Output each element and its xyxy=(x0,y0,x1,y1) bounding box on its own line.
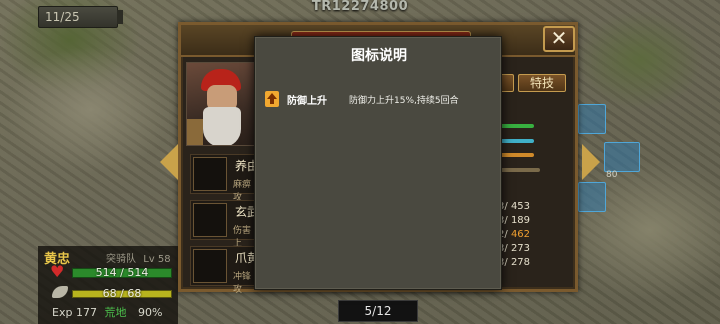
gauge-orange xyxy=(500,153,534,157)
general-portrait xyxy=(186,62,256,146)
bow-icon xyxy=(193,157,227,191)
legend-name: 防御上升 xyxy=(287,96,327,107)
horse-icon xyxy=(193,249,227,283)
close-button[interactable]: ✕ xyxy=(543,26,575,52)
stat-value: 273 xyxy=(510,243,531,254)
stat-line: 3/ 273 xyxy=(498,243,558,255)
hero-exp-line: Exp 177 荒地 90% xyxy=(52,304,162,320)
arrow-up-icon xyxy=(265,91,279,107)
stat-line: 3/ 453 xyxy=(498,201,558,213)
hero-unit: 突骑队 Lv 58 xyxy=(106,250,171,265)
mp-text: 68 / 68 xyxy=(102,287,142,300)
beard-shape xyxy=(203,107,241,145)
gauge-cyan xyxy=(500,139,534,143)
map-tile[interactable] xyxy=(578,182,606,212)
tab-skills[interactable]: 特技 xyxy=(518,74,566,92)
icon-legend-dialog[interactable]: 图标说明 防御上升 防御力上升15%,持续5回合 xyxy=(254,36,502,290)
skill-item[interactable]: 玄武 伤害上 xyxy=(190,200,260,249)
side-tile-label: 80 xyxy=(606,170,618,180)
stat-line: 3/ 189 xyxy=(498,215,558,227)
turn-counter: 11/25 xyxy=(38,6,123,28)
hero-level: Lv 58 xyxy=(143,254,171,265)
page-indicator: 5/12 xyxy=(338,300,418,322)
prev-page-arrow-icon[interactable] xyxy=(160,144,178,180)
armor-icon xyxy=(193,203,227,237)
stat-value-highlight: 462 xyxy=(510,229,531,240)
gauge-gray xyxy=(500,168,540,172)
skill-item[interactable]: 爪黄 冲锋攻 xyxy=(190,246,260,295)
legend-row: 防御上升 防御力上升15%,持续5回合 xyxy=(265,91,495,107)
armor-shape xyxy=(187,119,203,145)
map-tile[interactable] xyxy=(578,104,606,134)
skill-item[interactable]: 养由 麻痹攻 xyxy=(190,154,260,203)
heart-icon: ♥ xyxy=(50,262,65,281)
stat-value: 189 xyxy=(510,215,531,226)
terrain-name: 荒地 xyxy=(104,306,127,319)
terrain-percent: 90% xyxy=(137,306,163,319)
gauge-green xyxy=(500,124,534,128)
unit-type: 突骑队 xyxy=(106,254,136,265)
stat-value: 278 xyxy=(510,257,531,268)
hp-text: 514 / 514 xyxy=(95,266,149,279)
dialog-title: 图标说明 xyxy=(351,48,407,64)
exp-label: Exp xyxy=(52,306,73,319)
stat-line: 2/ 462 xyxy=(498,229,558,241)
map-tile[interactable] xyxy=(604,142,640,172)
exp-value: 177 xyxy=(75,306,97,319)
legend-desc: 防御力上升15%,持续5回合 xyxy=(349,96,459,106)
tab-hidden[interactable] xyxy=(500,74,514,92)
next-page-arrow-icon[interactable] xyxy=(582,144,600,180)
stat-value: 453 xyxy=(510,201,531,212)
stat-line: 3/ 278 xyxy=(498,257,558,269)
